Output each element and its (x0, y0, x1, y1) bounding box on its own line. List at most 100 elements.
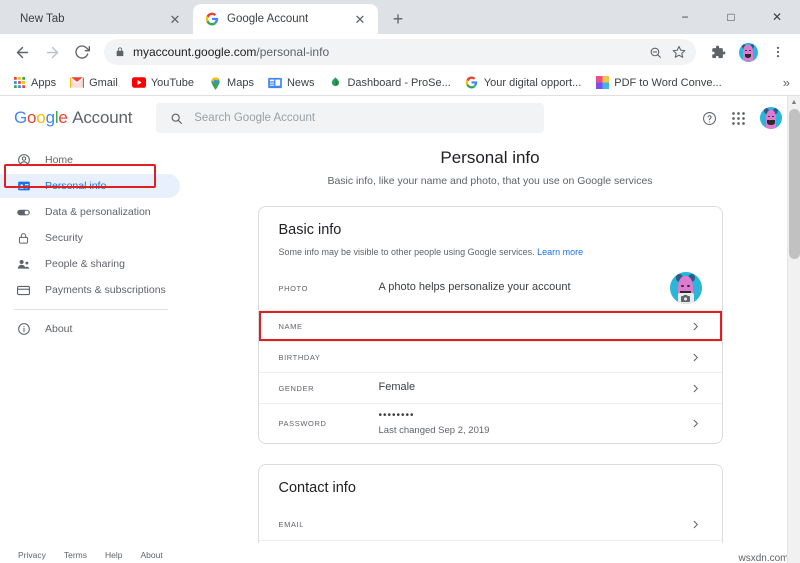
footer-link-terms[interactable]: Terms (64, 550, 87, 560)
search-placeholder: Search Google Account (194, 112, 316, 124)
browser-toolbar: myaccount.google.com/personal-info (0, 34, 800, 70)
toggle-switch-icon (16, 205, 31, 220)
bookmark-apps[interactable]: Apps (6, 73, 62, 93)
profile-avatar[interactable] (734, 38, 762, 66)
window-close-button[interactable]: ✕ (754, 0, 800, 34)
search-input[interactable]: Search Google Account (156, 103, 545, 133)
card-rows: PHOTO A photo helps personalize your acc… (258, 266, 722, 443)
bookmark-label: News (286, 76, 315, 89)
kebab-menu-icon[interactable] (764, 38, 792, 66)
bookmark-label: Your digital opport... (483, 76, 582, 89)
info-circle-icon (16, 322, 31, 337)
bookmark-news[interactable]: News (262, 73, 321, 93)
sidebar-item-security[interactable]: Security (0, 226, 180, 250)
scroll-up-button[interactable]: ▲ (788, 96, 800, 109)
sidebar-item-about[interactable]: About (0, 317, 180, 341)
row-name[interactable]: NAME (258, 310, 722, 341)
tab-close-icon[interactable]: ✕ (352, 13, 368, 26)
bookmark-pdf-to-word[interactable]: PDF to Word Conve... (589, 73, 727, 93)
window-minimize-button[interactable]: − (662, 0, 708, 34)
tab-strip: New Tab ✕ Google Account ✕ + − □ ✕ (0, 0, 800, 34)
row-gender[interactable]: GENDER Female (258, 372, 722, 403)
footer-link-about[interactable]: About (141, 550, 163, 560)
address-bar[interactable]: myaccount.google.com/personal-info (104, 39, 696, 65)
google-account-logo[interactable]: Google Account (14, 108, 132, 128)
avatar (738, 42, 758, 62)
back-arrow-icon[interactable] (8, 38, 36, 66)
puzzle-icon[interactable] (704, 38, 732, 66)
sidebar-item-payments-subscriptions[interactable]: Payments & subscriptions (0, 278, 180, 302)
id-card-icon (16, 179, 31, 194)
bookmark-gmail[interactable]: Gmail (64, 73, 124, 93)
avatar-art (760, 107, 782, 129)
footer-link-privacy[interactable]: Privacy (18, 550, 46, 560)
row-email[interactable]: EMAIL (259, 509, 722, 540)
bookmark-dashboard[interactable]: Dashboard - ProSe... (322, 73, 456, 93)
scrollbar-thumb[interactable] (789, 109, 800, 259)
browser-tab-google-account[interactable]: Google Account ✕ (193, 4, 378, 34)
youtube-icon (131, 76, 146, 90)
credit-card-icon (16, 283, 31, 298)
header-actions (702, 107, 788, 129)
learn-more-link[interactable]: Learn more (537, 247, 583, 257)
profile-photo-thumbnail[interactable] (669, 272, 702, 304)
sidebar-navigation: Home Personal info Data & personalizatio… (0, 140, 180, 563)
sidebar-item-label: Security (45, 232, 83, 244)
window-maximize-button[interactable]: □ (708, 0, 754, 34)
sidebar-item-data-personalization[interactable]: Data & personalization (0, 200, 180, 224)
bookmarks-overflow-button[interactable]: » (783, 75, 794, 90)
row-label: PASSWORD (278, 419, 327, 428)
reload-icon[interactable] (68, 38, 96, 66)
bookmark-label: Maps (227, 76, 254, 89)
pdf-icon (595, 76, 609, 90)
account-avatar[interactable] (760, 107, 782, 129)
bookmark-label: YouTube (150, 76, 195, 89)
bookmark-youtube[interactable]: YouTube (126, 73, 200, 93)
lock-icon (115, 47, 125, 57)
search-icon (170, 112, 183, 125)
footer-link-help[interactable]: Help (105, 550, 122, 560)
row-label: NAME (278, 321, 303, 331)
sidebar-item-people-sharing[interactable]: People & sharing (0, 252, 180, 276)
row-value: •••••••• Last changed Sep 2, 2019 (379, 409, 688, 437)
row-birthday[interactable]: BIRTHDAY (258, 341, 722, 372)
zoom-out-icon[interactable] (644, 41, 666, 63)
google-g-icon (205, 12, 219, 26)
browser-chrome: New Tab ✕ Google Account ✕ + − □ ✕ myacc… (0, 0, 800, 96)
star-icon[interactable] (668, 41, 690, 63)
watermark: wsxdn.com ▾ (738, 553, 794, 563)
sidebar-item-personal-info[interactable]: Personal info (0, 174, 180, 198)
chevron-right-icon (688, 418, 704, 429)
maps-pin-icon (208, 76, 222, 90)
new-tab-button[interactable]: + (384, 5, 412, 33)
help-circle-icon[interactable] (702, 111, 717, 126)
bookmark-your-digital-opportunity[interactable]: Your digital opport... (459, 73, 587, 93)
row-label: GENDER (278, 383, 315, 393)
row-photo[interactable]: PHOTO A photo helps personalize your acc… (259, 266, 722, 310)
bookmark-maps[interactable]: Maps (202, 73, 260, 93)
page-footer: Privacy Terms Help About (0, 543, 800, 563)
sidebar-item-label: Home (45, 154, 74, 166)
card-header: Contact info (259, 465, 722, 496)
tab-title: Google Account (227, 13, 309, 25)
tab-close-icon[interactable]: ✕ (167, 13, 183, 26)
tab-title: New Tab (20, 13, 65, 25)
sidebar-item-home[interactable]: Home (0, 148, 180, 172)
row-value: Female (378, 381, 416, 394)
browser-tab-new-tab[interactable]: New Tab ✕ (8, 4, 193, 34)
row-password[interactable]: PASSWORD •••••••• Last changed Sep 2, 20… (258, 403, 722, 443)
bookmark-label: PDF to Word Conve... (614, 76, 722, 89)
card-description-text: Some info may be visible to other people… (278, 247, 535, 257)
page-subtitle: Basic info, like your name and photo, th… (327, 175, 653, 187)
camera-icon[interactable] (677, 293, 694, 304)
forward-arrow-icon[interactable] (38, 38, 66, 66)
card-description: Some info may be visible to other people… (279, 247, 702, 257)
apps-grid-icon[interactable] (731, 111, 746, 126)
page-body: Home Personal info Data & personalizatio… (0, 140, 800, 563)
product-name: Account (72, 108, 133, 127)
chevron-right-icon (688, 519, 704, 530)
vertical-scrollbar[interactable]: ▲ (787, 96, 800, 563)
url-host: myaccount.google.com (133, 45, 257, 59)
card-header: Basic info Some info may be visible to o… (259, 207, 722, 257)
row-value: A photo helps personalize your account (378, 281, 571, 294)
